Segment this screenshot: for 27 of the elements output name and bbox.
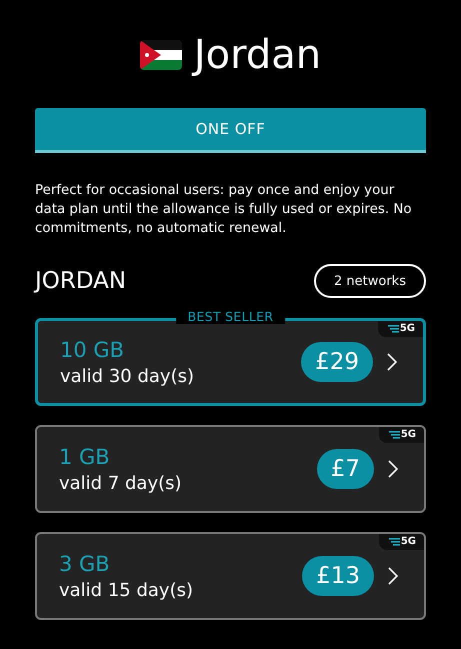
speed-lines-icon <box>388 430 400 438</box>
plan-card[interactable]: 5G 1 GB valid 7 day(s) £7 <box>35 425 426 513</box>
network-badge: 5G <box>378 321 423 337</box>
chevron-right-icon <box>388 567 398 585</box>
speed-lines-icon <box>388 324 399 332</box>
price-tag: £29 <box>301 342 373 382</box>
best-seller-label: BEST SELLER <box>176 309 286 324</box>
data-amount: 1 GB <box>59 444 111 468</box>
country-title: Jordan <box>194 32 322 78</box>
validity-text: valid 7 day(s) <box>59 472 183 494</box>
speed-lines-icon <box>388 538 400 546</box>
jordan-flag-icon <box>140 40 182 70</box>
chevron-right-icon <box>388 460 398 478</box>
network-badge: 5G <box>378 534 424 550</box>
networks-button[interactable]: 2 networks <box>314 264 426 298</box>
plan-type-tab[interactable]: ONE OFF <box>35 108 426 153</box>
price-tag: £7 <box>316 449 374 489</box>
price-tag: £13 <box>302 556 374 596</box>
data-amount: 10 GB <box>60 338 126 362</box>
validity-text: valid 15 day(s) <box>59 580 194 600</box>
plan-description: Perfect for occasional users: pay once and enjoy your data plan until the allowance is fully used or expires. No commitments, no automatic renewal. <box>35 182 413 238</box>
validity-text: valid 30 day(s) <box>60 366 195 386</box>
section-title: JORDAN <box>35 268 126 294</box>
network-badge: 5G <box>378 427 424 443</box>
chevron-right-icon <box>387 353 397 371</box>
data-amount: 3 GB <box>59 552 111 576</box>
plan-card[interactable]: 5G 3 GB valid 15 day(s) £13 <box>35 532 426 620</box>
